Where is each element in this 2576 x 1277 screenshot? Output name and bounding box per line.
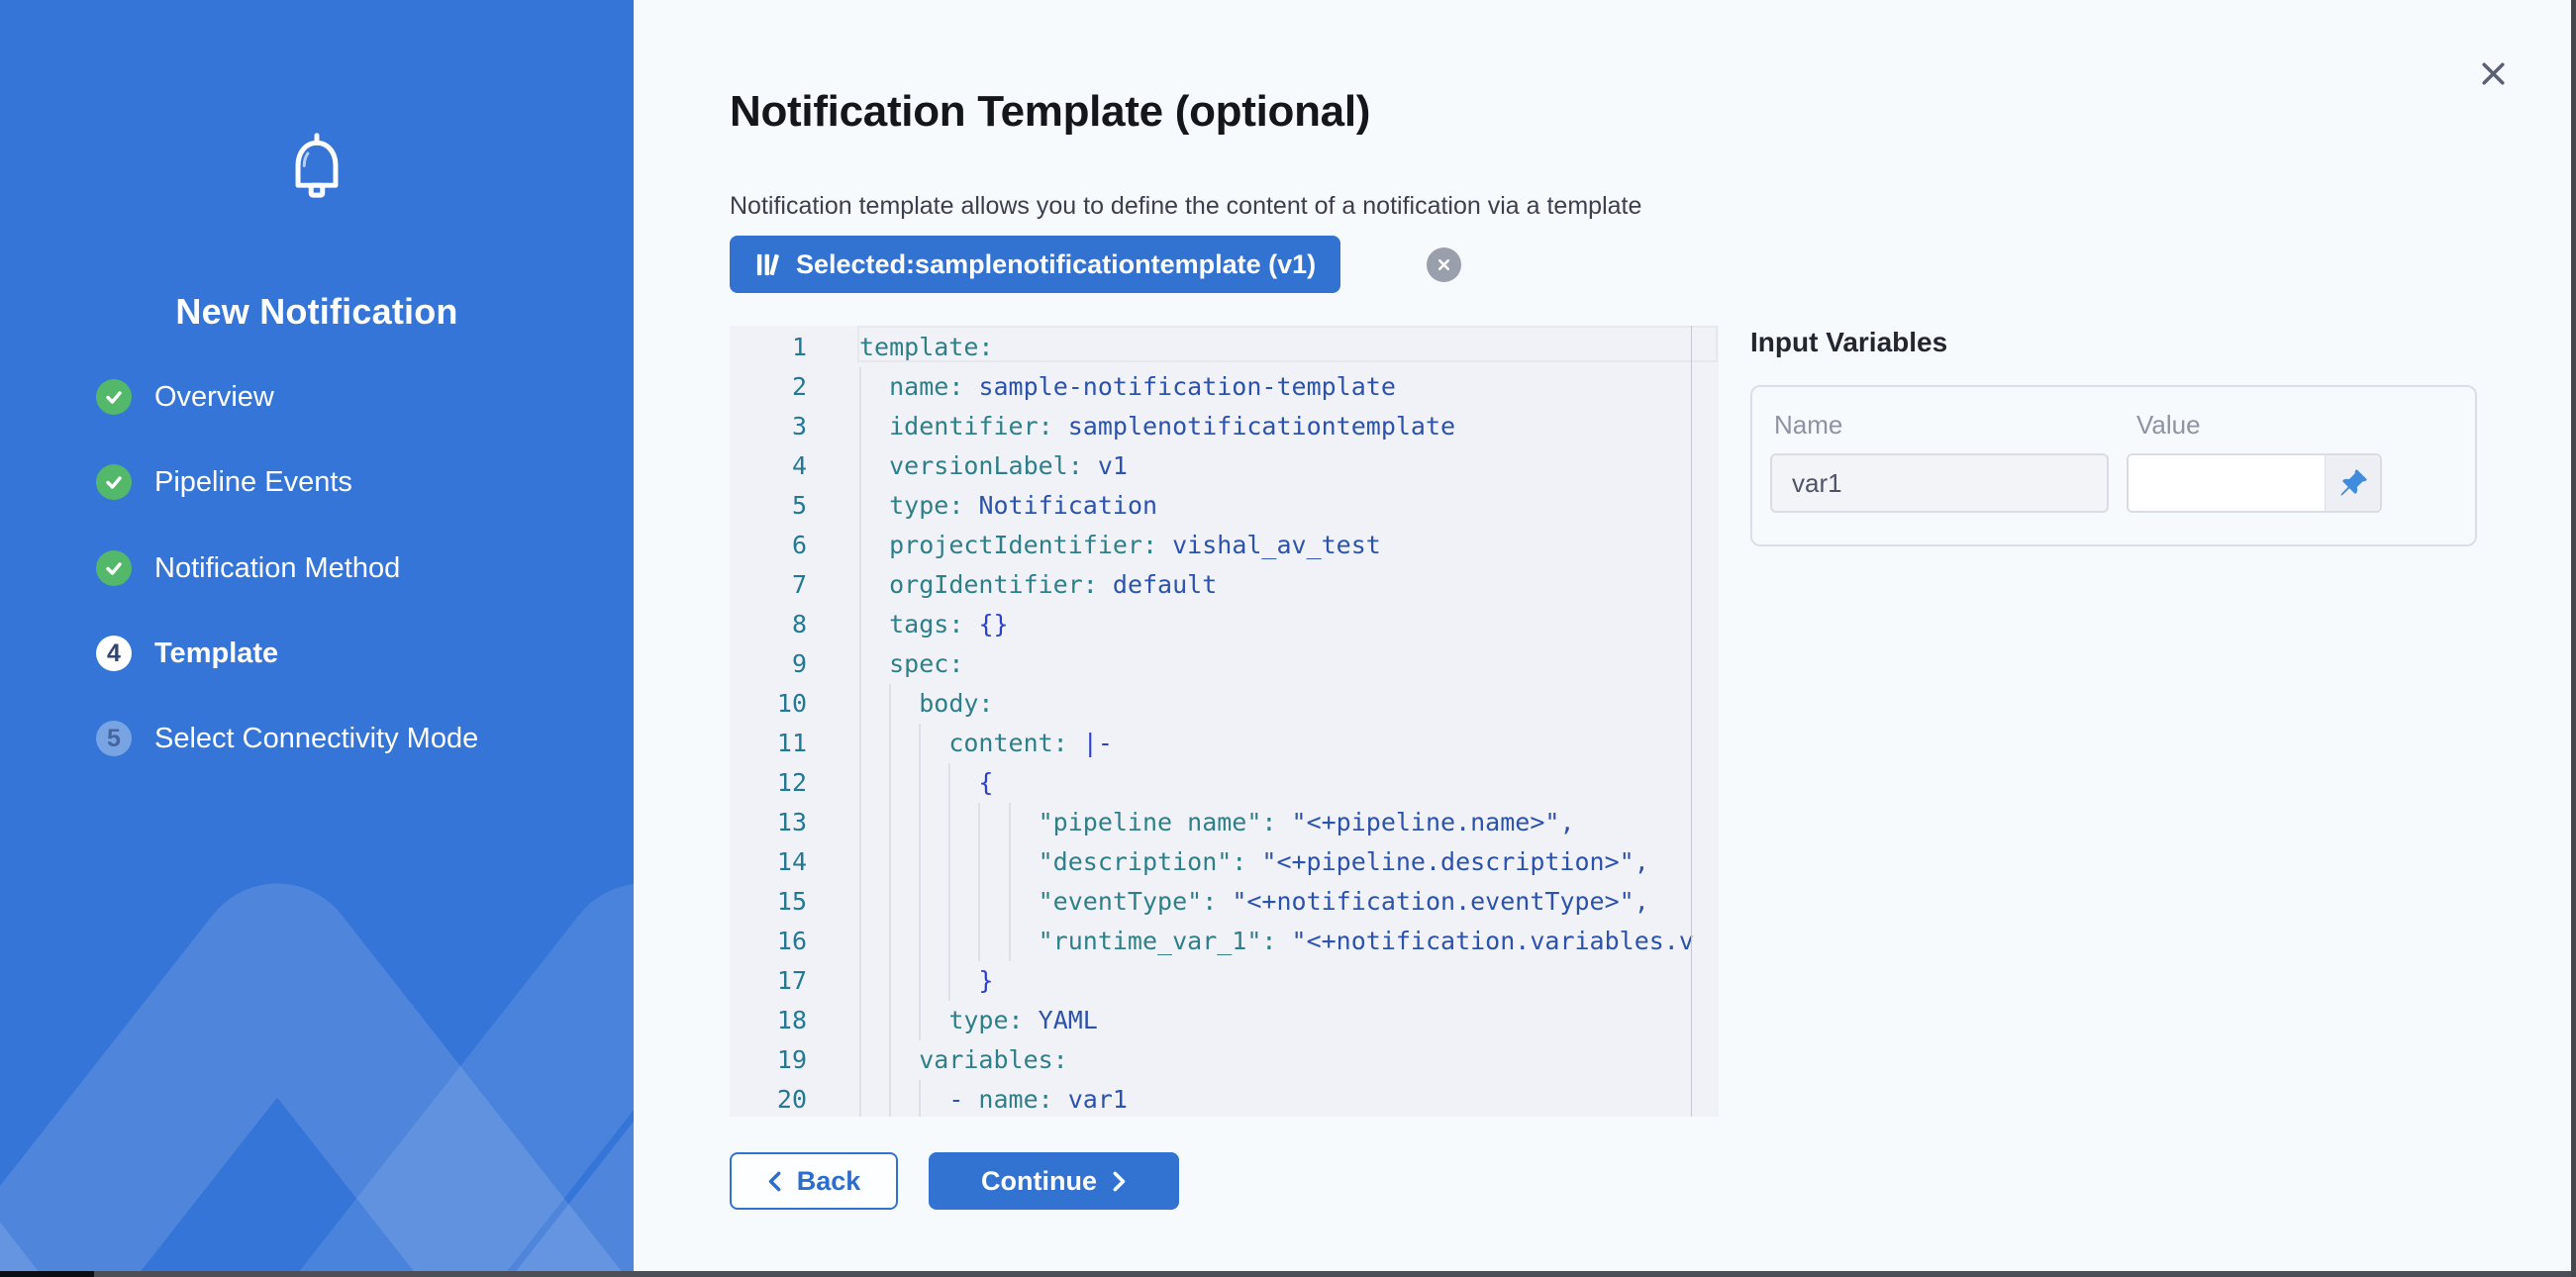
step-label: Template [154, 638, 278, 670]
line-number: 9 [730, 644, 807, 684]
code-line: orgIdentifier: default [859, 565, 1217, 605]
code-line: content: |- [859, 724, 1113, 763]
chevron-left-icon [767, 1171, 781, 1192]
code-line: template: [859, 328, 993, 367]
line-number: 20 [730, 1080, 807, 1117]
input-variables-title: Input Variables [1750, 327, 1947, 358]
sidebar-step-pipeline-events[interactable]: Pipeline Events [96, 463, 352, 501]
code-line: projectIdentifier: vishal_av_test [859, 526, 1381, 565]
step-check-icon [96, 550, 132, 586]
pushpin-icon [2338, 468, 2368, 498]
line-number: 13 [730, 803, 807, 842]
step-number-badge: 4 [96, 636, 132, 671]
template-library-icon [754, 251, 781, 278]
variable-value-group [2127, 453, 2382, 513]
code-line: type: Notification [859, 486, 1157, 526]
line-number: 7 [730, 565, 807, 605]
code-line: versionLabel: v1 [859, 446, 1128, 486]
line-number: 18 [730, 1001, 807, 1040]
sidebar-step-select-connectivity-mode[interactable]: 5 Select Connectivity Mode [96, 720, 478, 757]
code-line: type: YAML [859, 1001, 1098, 1040]
line-number: 16 [730, 922, 807, 961]
line-number: 3 [730, 407, 807, 446]
line-number: 1 [730, 328, 807, 367]
code-line: } [859, 961, 993, 1001]
line-number: 19 [730, 1040, 807, 1080]
editor-scrollbar[interactable] [1691, 326, 1692, 1117]
page-description: Notification template allows you to defi… [730, 192, 1641, 221]
value-column-header: Value [2136, 410, 2201, 441]
wizard-title: New Notification [0, 291, 634, 333]
sidebar-step-overview[interactable]: Overview [96, 378, 274, 416]
line-number: 14 [730, 842, 807, 882]
code-line: identifier: samplenotificationtemplate [859, 407, 1455, 446]
wizard-sidebar: New Notification Overview Pipeline Events… [0, 0, 634, 1271]
sidebar-step-notification-method[interactable]: Notification Method [96, 549, 400, 587]
continue-button-label: Continue [981, 1166, 1097, 1197]
code-line: "pipeline name": "<+pipeline.name>", [859, 803, 1575, 842]
line-number: 15 [730, 882, 807, 922]
yaml-editor[interactable]: 1 template: 2 name: sample-notification-te… [730, 326, 1719, 1117]
pin-input-type-button[interactable] [2325, 455, 2380, 511]
new-notification-wizard: New Notification Overview Pipeline Events… [0, 0, 2576, 1277]
variable-name-field[interactable] [1770, 453, 2109, 513]
name-column-header: Name [1774, 410, 1842, 441]
window-right-edge [2571, 0, 2576, 1277]
code-line: variables: [859, 1040, 1068, 1080]
line-number: 17 [730, 961, 807, 1001]
step-label: Notification Method [154, 552, 400, 585]
code-line: tags: {} [859, 605, 1009, 644]
back-button[interactable]: Back [730, 1152, 898, 1210]
line-number: 8 [730, 605, 807, 644]
remove-template-icon[interactable] [1427, 247, 1461, 282]
step-label: Overview [154, 381, 274, 414]
line-number: 4 [730, 446, 807, 486]
step-check-icon [96, 379, 132, 415]
sidebar-step-template[interactable]: 4 Template [96, 635, 278, 672]
line-number: 5 [730, 486, 807, 526]
code-line: body: [859, 684, 993, 724]
input-variables-card: Name Value [1750, 385, 2477, 546]
line-number: 11 [730, 724, 807, 763]
line-number: 6 [730, 526, 807, 565]
back-button-label: Back [797, 1166, 861, 1197]
line-number: 12 [730, 763, 807, 803]
code-line: { [859, 763, 993, 803]
selected-template-chip[interactable]: Selected:samplenotificationtemplate (v1) [730, 236, 1340, 293]
code-line: - name: var1 [859, 1080, 1128, 1117]
line-number: 10 [730, 684, 807, 724]
code-line: "runtime_var_1": "<+notification.variabl… [859, 922, 1694, 961]
page-title: Notification Template (optional) [730, 87, 1370, 137]
code-line: "eventType": "<+notification.eventType>"… [859, 882, 1649, 922]
line-number: 2 [730, 367, 807, 407]
variable-value-field[interactable] [2129, 455, 2325, 511]
selected-template-label: Selected:samplenotificationtemplate (v1) [796, 249, 1316, 280]
step-number-badge: 5 [96, 721, 132, 756]
bell-icon [284, 127, 349, 218]
code-line: "description": "<+pipeline.description>"… [859, 842, 1649, 882]
continue-button[interactable]: Continue [929, 1152, 1179, 1210]
step-check-icon [96, 464, 132, 500]
code-line: spec: [859, 644, 963, 684]
step-label: Pipeline Events [154, 466, 352, 499]
window-bottom-edge [0, 1271, 2576, 1277]
step-label: Select Connectivity Mode [154, 723, 478, 755]
code-line: name: sample-notification-template [859, 367, 1396, 407]
close-icon[interactable] [2473, 53, 2513, 93]
chevron-right-icon [1113, 1171, 1127, 1192]
